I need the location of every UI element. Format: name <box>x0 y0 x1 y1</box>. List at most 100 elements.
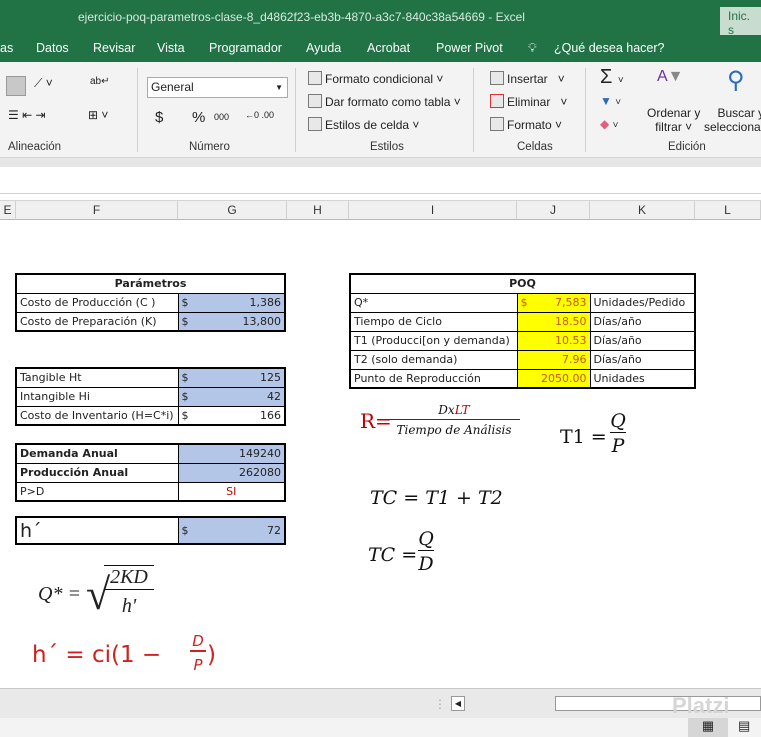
cell-label[interactable]: h´ <box>15 516 179 545</box>
cell-value[interactable]: $42 <box>177 386 286 407</box>
number-format-select[interactable]: General ▼ <box>147 77 288 98</box>
currency: $ <box>181 314 189 328</box>
column-header-h[interactable]: H <box>287 201 349 220</box>
cell-value[interactable]: 149240 <box>177 443 286 464</box>
cell-value[interactable]: 7.96 <box>516 349 591 370</box>
cell-label[interactable]: Costo de Inventario (H=C*i) <box>15 405 179 426</box>
format-as-table-button[interactable]: Dar formato como tabla ˅ <box>308 94 461 109</box>
percent-button[interactable]: % <box>192 109 205 126</box>
status-bar: ▦ ▤ <box>0 718 761 737</box>
cell-unit[interactable]: Días/año <box>589 330 696 351</box>
column-header-f[interactable]: F <box>16 201 178 220</box>
tab-datos[interactable]: Datos <box>36 41 69 55</box>
currency: $ <box>181 524 189 537</box>
cell-value[interactable]: SI <box>177 481 286 502</box>
currency-button[interactable]: $ <box>155 109 163 126</box>
page-layout-view-icon[interactable]: ▤ <box>738 718 750 734</box>
delete-icon <box>490 94 504 108</box>
h-lhs: h´ = ci(1 − <box>32 642 162 668</box>
format-button[interactable]: Formato ˅ <box>490 117 562 132</box>
insert-icon <box>490 71 504 85</box>
column-header-g[interactable]: G <box>178 201 287 220</box>
align-middle-button[interactable] <box>6 76 26 96</box>
tell-me-input[interactable]: ¿Qué desea hacer? <box>554 41 665 55</box>
decimal-buttons[interactable]: ←0 .00 <box>245 110 274 120</box>
clear-icon[interactable]: ◆ ˅ <box>600 117 618 131</box>
tab-ayuda[interactable]: Ayuda <box>306 41 341 55</box>
normal-view-icon[interactable]: ▦ <box>688 718 728 737</box>
cell-unit[interactable]: Unidades/Pedido <box>589 292 696 313</box>
insert-button[interactable]: Insertar ˅ <box>490 71 565 86</box>
cell-value[interactable]: $1,386 <box>177 292 286 313</box>
cell-label[interactable]: Costo de Producción (C ) <box>15 292 179 313</box>
value: 42 <box>267 390 281 403</box>
table-row: Tangible Ht $125 <box>15 367 286 388</box>
align-indent-icons[interactable]: ☰ ⇤ ⇥ <box>8 108 46 122</box>
cell-label[interactable]: Costo de Preparación (K) <box>15 311 179 332</box>
find-select-button[interactable]: Buscar y seleccionar <box>704 106 761 134</box>
parametros-title[interactable]: Parámetros <box>15 273 286 294</box>
cell-label[interactable]: Producción Anual <box>15 462 179 483</box>
r-num-a: Dx <box>438 403 455 417</box>
label: Dar formato como tabla <box>325 95 451 109</box>
tab-acrobat[interactable]: Acrobat <box>367 41 410 55</box>
column-header-e[interactable]: E <box>0 201 16 220</box>
tc2-lhs: TC = <box>368 544 418 566</box>
tab-programador[interactable]: Programador <box>209 41 282 55</box>
cell-label[interactable]: Tiempo de Ciclo <box>349 311 518 332</box>
cell-value[interactable]: $125 <box>177 367 286 388</box>
cell-value[interactable]: $166 <box>177 405 286 426</box>
value: 1,386 <box>249 296 282 309</box>
merge-cells-icon[interactable]: ⊞ ˅ <box>88 108 108 122</box>
cell-value[interactable]: $7,583 <box>516 292 591 313</box>
tab-vista[interactable]: Vista <box>157 41 185 55</box>
table-row: Costo de Inventario (H=C*i) $166 <box>15 405 286 426</box>
search-icon[interactable]: ⚲ <box>727 66 745 95</box>
tab-revisar[interactable]: Revisar <box>93 41 135 55</box>
cell-value[interactable]: $72 <box>177 516 286 545</box>
tab-formulas[interactable]: as <box>0 41 13 55</box>
cell-styles-button[interactable]: Estilos de celda ˅ <box>308 117 419 132</box>
fill-icon[interactable]: ▼ ˅ <box>600 94 621 108</box>
autosum-icon[interactable]: Σ ˅ <box>600 66 624 89</box>
column-header-j[interactable]: J <box>517 201 590 220</box>
cell-label[interactable]: Punto de Reproducción <box>349 368 518 389</box>
cell-label[interactable]: Q* <box>349 292 518 313</box>
cell-unit[interactable]: Unidades <box>589 368 696 389</box>
cell-label[interactable]: T2 (solo demanda) <box>349 349 518 370</box>
conditional-format-button[interactable]: Formato condicional ˅ <box>308 71 443 86</box>
wrap-text-icon[interactable]: ab↵ <box>90 76 110 87</box>
cell-value[interactable]: 262080 <box>177 462 286 483</box>
cell-unit[interactable]: Días/año <box>589 311 696 332</box>
splitter-handle[interactable]: ⋮ <box>434 697 446 711</box>
table-row: Intangible Hi $42 <box>15 386 286 407</box>
cell-label[interactable]: Tangible Ht <box>15 367 179 388</box>
sort-filter-button[interactable]: Ordenar y filtrar ˅ <box>647 106 700 134</box>
cell-unit[interactable]: Días/año <box>589 349 696 370</box>
tab-power-pivot[interactable]: Power Pivot <box>436 41 503 55</box>
scroll-left-button[interactable]: ◀ <box>451 696 465 711</box>
cell-value[interactable]: $13,800 <box>177 311 286 332</box>
cell-value[interactable]: 2050.00 <box>516 368 591 389</box>
cell-value[interactable]: 18.50 <box>516 311 591 332</box>
cell-label[interactable]: P>D <box>15 481 179 502</box>
column-header-i[interactable]: I <box>349 201 517 220</box>
formula-bar[interactable] <box>0 167 761 194</box>
column-headers: E F G H I J K L <box>0 200 761 220</box>
column-header-k[interactable]: K <box>590 201 695 220</box>
poq-title[interactable]: POQ <box>349 273 696 294</box>
orientation-icon[interactable]: ⟋ ˅ <box>34 76 53 91</box>
column-header-l[interactable]: L <box>695 201 761 220</box>
group-edicion: Edición <box>668 141 706 153</box>
thousands-button[interactable]: 000 <box>214 112 229 122</box>
delete-button[interactable]: Eliminar ˅ <box>490 94 567 109</box>
sort-filter-icon[interactable]: A▼ <box>657 68 684 86</box>
cell-label[interactable]: Demanda Anual <box>15 443 179 464</box>
formula-tc1-image[interactable]: TC = T1 + T2 <box>370 487 503 509</box>
poq-table: POQ Q* $7,583 Unidades/Pedido Tiempo de Ci… <box>349 273 696 389</box>
cell-label[interactable]: T1 (Producci[on y demanda) <box>349 330 518 351</box>
cell-label[interactable]: Intangible Hi <box>15 386 179 407</box>
value: 125 <box>260 371 281 385</box>
cell-value[interactable]: 10.53 <box>516 330 591 351</box>
horizontal-scrollbar[interactable] <box>555 696 761 711</box>
